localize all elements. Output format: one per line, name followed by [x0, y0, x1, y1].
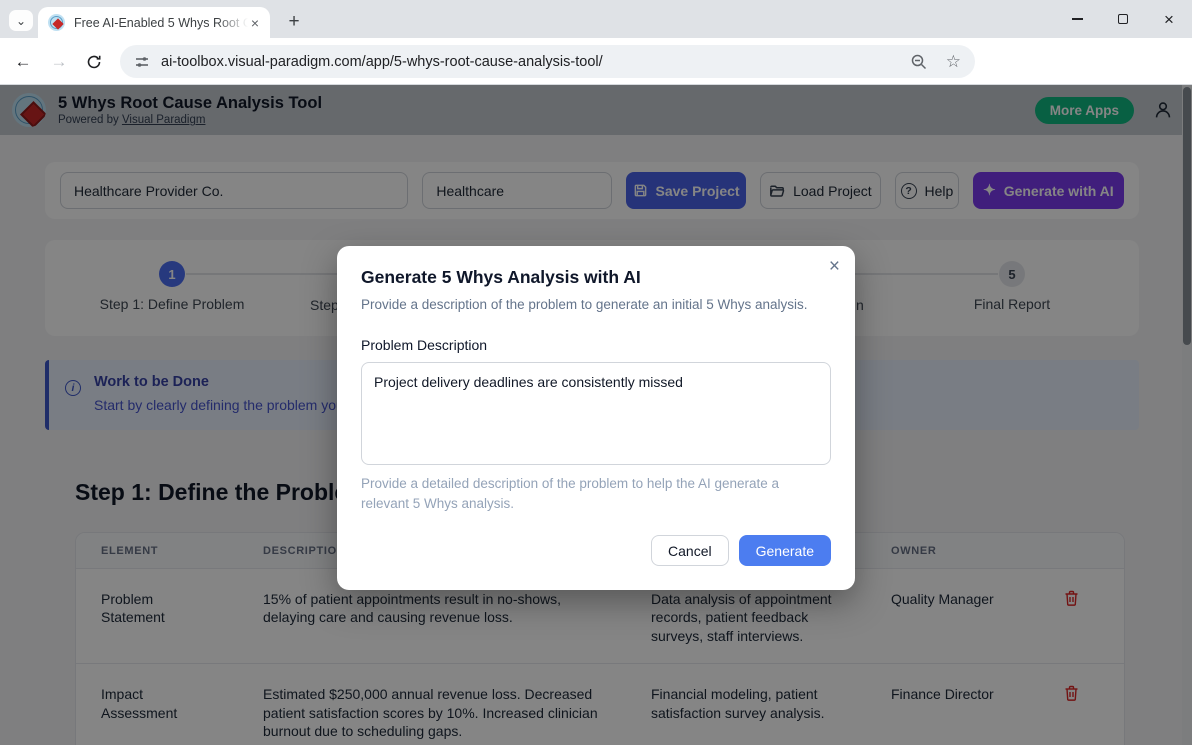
bookmark-star-icon[interactable]: ☆ [946, 52, 961, 72]
window-controls: × [1054, 0, 1192, 38]
problem-description-textarea[interactable]: Project delivery deadlines are consisten… [361, 362, 831, 465]
field-helper-text: Provide a detailed description of the pr… [361, 474, 813, 513]
modal-footer: Cancel Generate [361, 535, 831, 566]
plus-icon: + [288, 11, 299, 33]
window-close-button[interactable]: × [1146, 0, 1192, 38]
minimize-icon [1072, 18, 1083, 20]
back-arrow-icon: ← [15, 52, 32, 72]
tab-close-icon[interactable]: × [248, 15, 262, 31]
tab-strip: ⌄ Free AI-Enabled 5 Whys Root Ca × + × [0, 0, 1192, 38]
browser-tab[interactable]: Free AI-Enabled 5 Whys Root Ca × [38, 7, 270, 38]
close-icon: × [829, 256, 840, 277]
site-favicon-icon [48, 14, 65, 31]
chevron-down-icon: ⌄ [16, 14, 26, 28]
window-minimize-button[interactable] [1054, 0, 1100, 38]
reload-button[interactable] [80, 48, 108, 76]
window-maximize-button[interactable] [1100, 0, 1146, 38]
forward-arrow-icon: → [51, 52, 68, 72]
problem-description-label: Problem Description [361, 337, 831, 353]
tab-title: Free AI-Enabled 5 Whys Root Ca [74, 16, 248, 30]
forward-button[interactable]: → [45, 48, 73, 76]
new-tab-button[interactable]: + [280, 8, 308, 36]
site-info-icon[interactable] [134, 54, 150, 70]
cancel-button[interactable]: Cancel [651, 535, 729, 566]
back-button[interactable]: ← [9, 48, 37, 76]
page-viewport: 5 Whys Root Cause Analysis Tool Powered … [0, 85, 1192, 745]
modal-close-button[interactable]: × [829, 257, 840, 276]
zoom-out-icon[interactable] [910, 53, 928, 71]
reload-icon [86, 54, 102, 70]
modal-title: Generate 5 Whys Analysis with AI [361, 267, 831, 288]
tab-search-button[interactable]: ⌄ [9, 10, 33, 31]
url-text: ai-toolbox.visual-paradigm.com/app/5-why… [161, 54, 910, 70]
generate-ai-modal: × Generate 5 Whys Analysis with AI Provi… [337, 246, 855, 590]
browser-toolbar: ← → ai-toolbox.visual-paradigm.com/app/5… [0, 38, 1192, 85]
address-bar[interactable]: ai-toolbox.visual-paradigm.com/app/5-why… [120, 45, 975, 78]
modal-subtitle: Provide a description of the problem to … [361, 297, 831, 312]
close-icon: × [1164, 11, 1174, 28]
maximize-icon [1118, 14, 1128, 24]
generate-button[interactable]: Generate [739, 535, 831, 566]
browser-window: ⌄ Free AI-Enabled 5 Whys Root Ca × + × ←… [0, 0, 1192, 745]
